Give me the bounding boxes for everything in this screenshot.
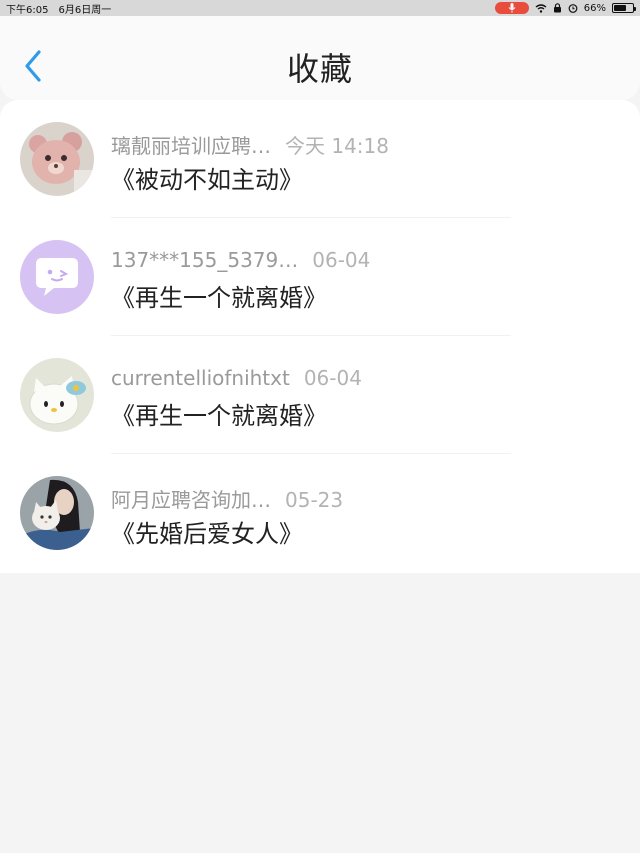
item-time: 06-04: [312, 248, 371, 272]
item-user: 137***155_5379…: [111, 248, 299, 272]
item-time: 05-23: [285, 488, 344, 512]
list-item[interactable]: 璃靓丽培训应聘… 今天 14:18 《被动不如主动》: [0, 100, 640, 218]
item-meta: 阿月应聘咨询加… 05-23: [111, 484, 343, 513]
status-date: 6月6日周一: [58, 4, 112, 16]
item-title: 《被动不如主动》: [111, 166, 303, 194]
battery-icon: [612, 3, 636, 13]
microphone-icon: [494, 2, 529, 14]
item-user: currentelliofnihtxt: [111, 366, 290, 390]
item-user: 璃靓丽培训应聘…: [111, 134, 271, 158]
item-user: 阿月应聘咨询加…: [111, 488, 271, 512]
purple-chat-avatar: [20, 240, 94, 314]
status-bar: 下午6:05 6月6日周一 66%: [0, 0, 640, 16]
item-meta: currentelliofnihtxt 06-04: [111, 366, 362, 390]
nav-bar: 收藏: [0, 16, 640, 100]
item-title: 《再生一个就离婚》: [111, 402, 327, 430]
status-time: 下午6:05: [6, 4, 49, 16]
alarm-icon: [568, 4, 578, 13]
battery-level: [614, 5, 626, 11]
item-meta: 璃靓丽培训应聘… 今天 14:18: [111, 130, 389, 159]
item-time: 06-04: [303, 366, 362, 390]
list-item[interactable]: 阿月应聘咨询加… 05-23 《先婚后爱女人》: [0, 454, 640, 572]
girl-with-cat-avatar: [20, 476, 94, 550]
hello-kitty-avatar: [20, 358, 94, 432]
favorites-list: 璃靓丽培训应聘… 今天 14:18 《被动不如主动》 137***155_5379…: [0, 100, 640, 573]
list-item[interactable]: 137***155_5379… 06-04 《再生一个就离婚》: [0, 218, 640, 336]
pink-bear-avatar: [20, 122, 94, 196]
item-title: 《先婚后爱女人》: [111, 520, 303, 548]
list-item[interactable]: currentelliofnihtxt 06-04 《再生一个就离婚》: [0, 336, 640, 454]
wifi-icon: [535, 3, 547, 13]
lock-rotation-icon: [553, 3, 561, 13]
item-title: 《再生一个就离婚》: [111, 284, 327, 312]
item-time: 今天 14:18: [285, 134, 389, 158]
page-title: 收藏: [286, 50, 353, 88]
item-meta: 137***155_5379… 06-04: [111, 248, 370, 272]
battery-percent: 66%: [583, 2, 606, 14]
